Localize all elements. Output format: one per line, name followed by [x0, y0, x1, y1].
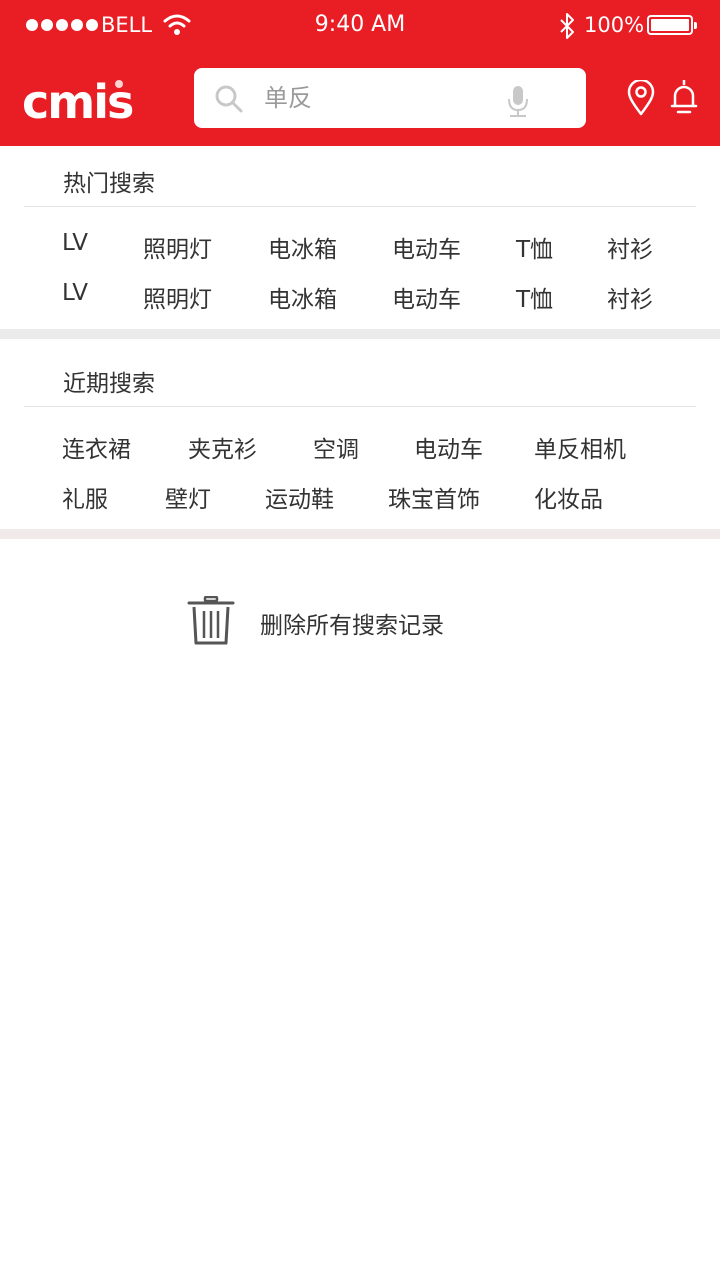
delete-all-history-button[interactable]: 删除所有搜索记录 [186, 596, 486, 648]
delete-all-label: 删除所有搜索记录 [260, 613, 444, 639]
location-pin-icon[interactable] [626, 80, 656, 116]
section-separator [0, 529, 720, 539]
cmis-logo[interactable]: cmis [22, 76, 154, 124]
hot-search-tag[interactable]: 电动车 [392, 280, 461, 314]
hot-search-tag[interactable]: 衬衫 [607, 230, 653, 264]
hot-search-tag[interactable]: 照明灯 [143, 280, 212, 314]
hot-search-tag[interactable]: 电动车 [392, 230, 461, 264]
recent-search-tag[interactable]: 珠宝首饰 [388, 480, 480, 514]
hot-search-tag[interactable]: T恤 [516, 280, 553, 314]
microphone-icon[interactable] [504, 84, 532, 118]
hot-search-tag[interactable]: 照明灯 [143, 230, 212, 264]
recent-search-tag[interactable]: 连衣裙 [62, 430, 131, 464]
hot-search-tag[interactable]: T恤 [516, 230, 553, 264]
divider [24, 206, 696, 207]
search-icon [215, 85, 243, 113]
hot-search-tag[interactable]: LV [62, 280, 88, 306]
section-separator [0, 329, 720, 339]
hot-search-tag[interactable]: LV [62, 230, 88, 256]
status-bar: BELL 9:40 AM 100% [0, 0, 720, 50]
recent-search-tag[interactable]: 礼服 [62, 480, 108, 514]
hot-search-tag[interactable]: 衬衫 [607, 280, 653, 314]
recent-search-tag[interactable]: 运动鞋 [265, 480, 334, 514]
recent-search-tag[interactable]: 夹克衫 [188, 430, 257, 464]
search-box[interactable] [194, 68, 586, 128]
trash-icon [187, 596, 235, 645]
battery-icon [647, 15, 697, 35]
hot-search-title: 热门搜索 [63, 171, 155, 197]
hot-search-tag[interactable]: 电冰箱 [268, 280, 337, 314]
divider [24, 406, 696, 407]
battery-percentage: 100% [584, 13, 645, 37]
bell-icon[interactable] [670, 78, 698, 116]
recent-search-tag[interactable]: 化妆品 [534, 480, 603, 514]
app-header: BELL 9:40 AM 100% cmis [0, 0, 720, 146]
recent-search-tag[interactable]: 空调 [313, 430, 359, 464]
recent-search-title: 近期搜索 [63, 371, 155, 397]
bluetooth-icon [560, 13, 574, 39]
recent-search-tag[interactable]: 电动车 [414, 430, 483, 464]
recent-search-tag[interactable]: 单反相机 [534, 430, 626, 464]
hot-search-tag[interactable]: 电冰箱 [268, 230, 337, 264]
search-input[interactable] [264, 78, 494, 118]
recent-search-tag[interactable]: 壁灯 [165, 480, 211, 514]
